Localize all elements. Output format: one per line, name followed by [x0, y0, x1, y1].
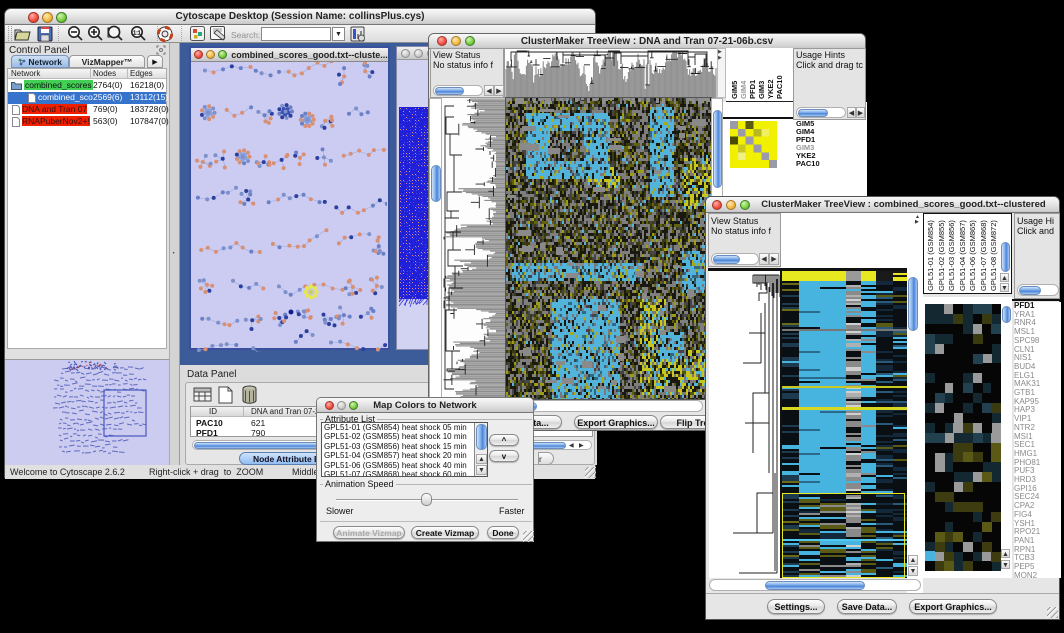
svg-text:1:1: 1:1 [133, 30, 141, 36]
